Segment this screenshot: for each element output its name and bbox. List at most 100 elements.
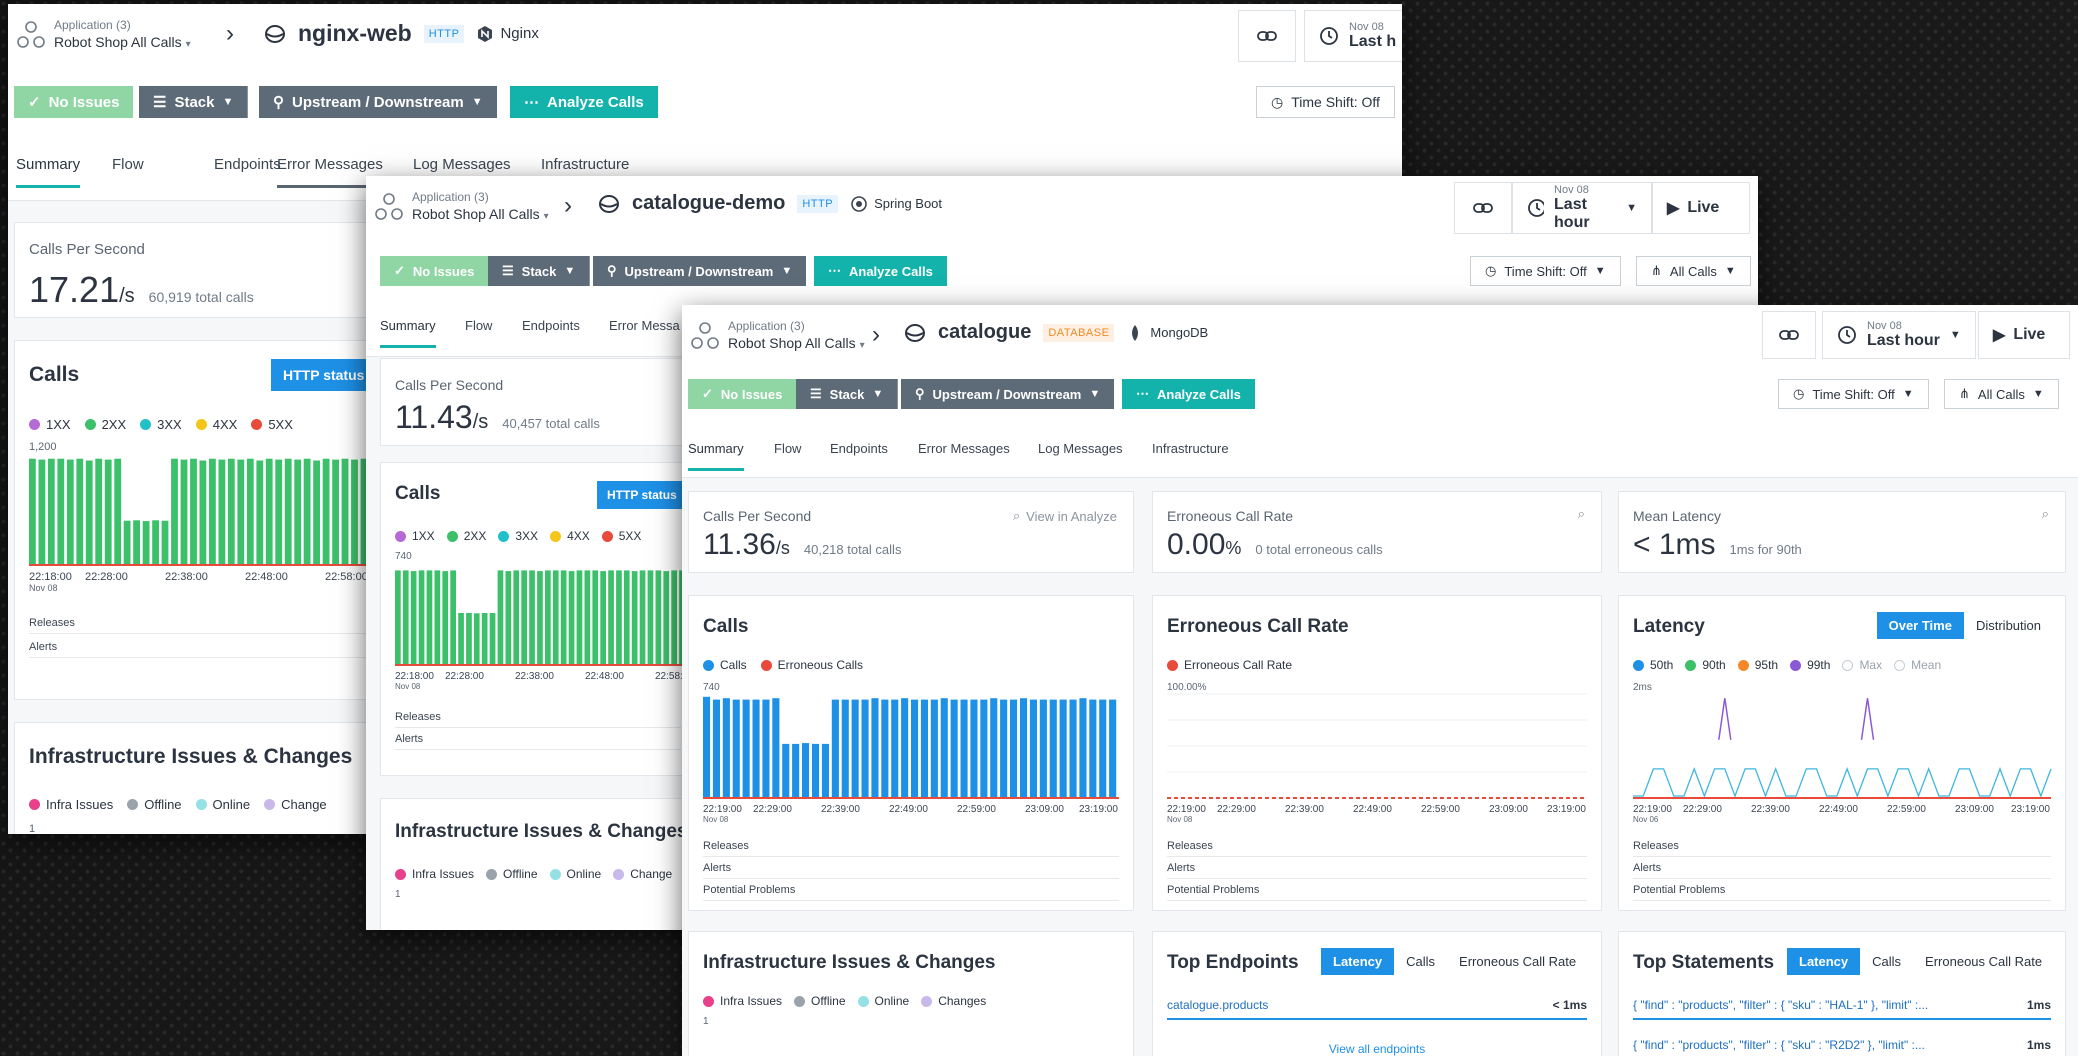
y-axis-max: 1 [703,1016,709,1027]
bar [831,699,839,798]
bar [66,459,74,565]
live-button[interactable]: ▶ Live [1652,182,1750,234]
stack-button[interactable]: ☰ Stack ▼ [796,379,899,409]
upstream-downstream-button[interactable]: ⚲ Upstream / Downstream ▼ [901,379,1115,409]
view-all-endpoints-link[interactable]: View all endpoints [1153,1042,1601,1056]
all-calls-filter[interactable]: ⋔ All Calls ▼ [1636,256,1751,286]
service-header: nginx-web HTTP Nginx [264,20,539,47]
tab-endpoints[interactable]: Endpoints [522,318,580,345]
bar [871,698,879,798]
time-shift-button[interactable]: ◷ Time Shift: Off ▼ [1470,256,1621,286]
x-tick-label: 22:19:00 [703,804,742,815]
live-button[interactable]: ▶ Live [1978,311,2070,359]
tab-summary[interactable]: Summary [16,156,81,188]
no-issues-button[interactable]: ✓ No Issues [688,379,797,409]
sort-calls-button[interactable]: Calls [1394,948,1447,975]
link-button[interactable] [1238,10,1296,62]
bar [142,521,150,565]
bar [792,743,800,798]
no-issues-button[interactable]: ✓ No Issues [380,256,489,286]
erroneous-call-rate-chart-card: Erroneous Call Rate Erroneous Call Rate … [1152,595,1602,911]
x-tick-label: 22:49:00 [1353,804,1392,815]
legend-item: 4XX [550,529,590,543]
all-calls-filter[interactable]: ⋔ All Calls ▼ [1944,379,2059,409]
bar [458,613,464,665]
bar [802,743,810,798]
bar [341,458,349,565]
analyze-icon: ⋯ [524,94,539,111]
time-picker[interactable]: Nov 08 Last hour ▼ [1822,311,1976,359]
link-button[interactable] [1762,311,1816,359]
bar [1029,699,1037,798]
x-axis-date: Nov 08 [395,682,421,691]
analyze-calls-button[interactable]: ⋯ Analyze Calls [510,86,658,118]
stack-button[interactable]: ☰ Stack ▼ [139,86,249,118]
x-axis-date: Nov 08 [1167,815,1193,824]
application-selector[interactable]: Application (3) Robot Shop All Calls ▾ [54,18,191,50]
http-status-button[interactable]: HTTP status [597,481,687,509]
tab-summary[interactable]: Summary [380,318,436,348]
tab-error-messages[interactable]: Error Messages [918,441,1010,468]
distribution-button[interactable]: Distribution [1964,612,2053,639]
zoom-icon[interactable]: ⌕ [1578,506,1585,522]
tab-error-messages[interactable]: Error Messa [609,318,680,345]
spring-boot-icon [851,195,867,212]
sort-latency-button[interactable]: Latency [1321,948,1395,975]
tab-flow[interactable]: Flow [465,318,492,345]
bar [123,520,131,565]
time-shift-button[interactable]: ◷ Time Shift: Off ▼ [1778,379,1929,409]
stack-button[interactable]: ☰ Stack ▼ [488,256,591,286]
application-selector[interactable]: Application (3) Robot Shop All Calls ▾ [728,319,865,351]
tab-log-messages[interactable]: Log Messages [1038,441,1123,468]
upstream-downstream-button[interactable]: ⚲ Upstream / Downstream ▼ [259,86,497,118]
bar [671,570,677,665]
no-issues-button[interactable]: ✓ No Issues [14,86,134,118]
x-tick-label: 22:18:00 [395,671,434,682]
upstream-downstream-button[interactable]: ⚲ Upstream / Downstream ▼ [593,256,807,286]
tab-flow[interactable]: Flow [112,156,144,185]
time-date: Nov 08 [1349,21,1384,34]
legend-item: Infra Issues [395,867,474,881]
sort-error-rate-button[interactable]: Erroneous Call Rate [1447,948,1588,975]
analyze-calls-button[interactable]: ⋯ Analyze Calls [1122,379,1255,409]
legend-item: 1XX [29,417,71,432]
endpoint-row[interactable]: catalogue.products < 1ms [1167,998,1587,1020]
zoom-icon[interactable]: ⌕ [2042,506,2049,522]
time-picker[interactable]: Nov 08 Last h [1304,10,1402,62]
time-picker[interactable]: Nov 08 Last hour ▼ [1512,182,1652,234]
stack-icon: ☰ [153,94,167,111]
chevron-down-icon: ▾ [543,211,549,222]
tab-summary[interactable]: Summary [688,441,744,471]
x-tick-label: 23:09:00 [1025,804,1064,815]
releases-row: Releases [1633,836,2051,857]
bar [497,570,504,665]
bar [529,570,535,665]
x-tick-label: 22:38:00 [515,671,554,682]
tab-infrastructure[interactable]: Infrastructure [1152,441,1229,468]
x-tick-label: 22:28:00 [445,671,484,682]
tab-bar: Summary Flow Endpoints Error Messages Lo… [682,419,2078,478]
application-selector[interactable]: Application (3) Robot Shop All Calls ▾ [412,190,549,222]
series-line [1633,767,2052,798]
play-icon: ▶ [1993,327,2006,344]
sort-calls-button[interactable]: Calls [1860,948,1913,975]
statement-row[interactable]: { "find" : "products", "filter" : { "sku… [1633,1038,2051,1056]
tab-endpoints[interactable]: Endpoints [214,156,281,185]
over-time-button[interactable]: Over Time [1876,612,1964,639]
releases-row: Releases [395,707,681,728]
tab-endpoints[interactable]: Endpoints [830,441,888,468]
analyze-calls-button[interactable]: ⋯ Analyze Calls [814,256,947,286]
tab-flow[interactable]: Flow [774,441,801,468]
time-shift-button[interactable]: ◷ Time Shift: Off [1256,86,1395,118]
top-bar: Application (3) Robot Shop All Calls ▾ › … [366,176,1758,241]
database-icon [265,24,285,43]
statement-row[interactable]: { "find" : "products", "filter" : { "sku… [1633,998,2051,1020]
bar [960,699,968,798]
link-button[interactable] [1454,182,1512,234]
sort-error-rate-button[interactable]: Erroneous Call Rate [1913,948,2054,975]
database-icon [599,194,619,213]
view-in-analyze-link[interactable]: ⌕ View in Analyze [1013,508,1117,524]
metric-label: Calls Per Second [703,508,812,524]
legend-item: Change [613,867,672,881]
sort-latency-button[interactable]: Latency [1787,948,1861,975]
